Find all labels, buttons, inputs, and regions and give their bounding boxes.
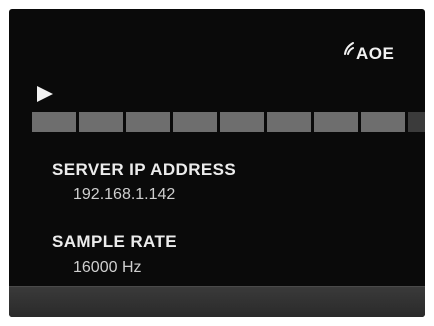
progress-segment [173, 112, 217, 132]
progress-segment [32, 112, 76, 132]
progress-segment [220, 112, 264, 132]
sample-rate-label: SAMPLE RATE [52, 232, 177, 251]
progress-bar [32, 112, 425, 132]
play-icon[interactable] [36, 85, 54, 103]
device-screen: AOE SERVER IP ADDRESS 192.168.1.142 SAMP… [9, 9, 425, 317]
signal-waves-icon [344, 42, 354, 55]
progress-segment [408, 112, 425, 132]
logo-text: AOE [356, 44, 395, 63]
sample-rate-value: 16000 Hz [73, 259, 142, 276]
server-ip-value: 192.168.1.142 [73, 186, 176, 203]
brand-logo: AOE [343, 36, 394, 62]
server-ip-label: SERVER IP ADDRESS [52, 160, 237, 179]
progress-segment [361, 112, 405, 132]
progress-segment [126, 112, 170, 132]
progress-segment [267, 112, 311, 132]
progress-segment [79, 112, 123, 132]
footer-bar [9, 286, 425, 317]
progress-segment [314, 112, 358, 132]
